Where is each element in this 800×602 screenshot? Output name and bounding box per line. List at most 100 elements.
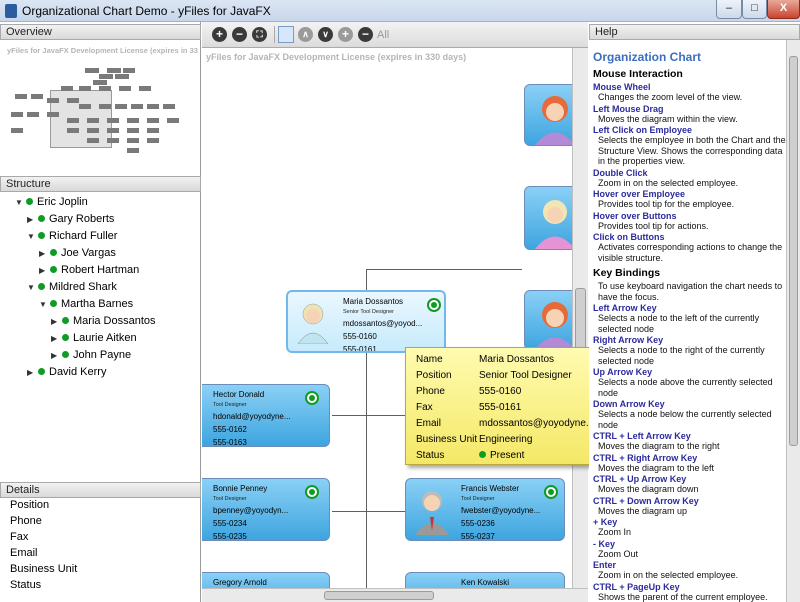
help-desc: Zoom in on the selected employee.	[598, 570, 739, 580]
tree-item[interactable]: ▶ Joe Vargas	[39, 245, 116, 262]
canvas-watermark: yFiles for JavaFX Development License (e…	[206, 52, 467, 62]
zoom-in-button[interactable]: +	[212, 27, 227, 42]
collapsed-triangle-icon[interactable]: ▶	[51, 347, 60, 364]
collapsed-triangle-icon[interactable]: ▶	[51, 313, 60, 330]
tree-item-label: Eric Joplin	[37, 196, 88, 208]
overview-viewport[interactable]	[50, 90, 112, 148]
overview-node	[99, 86, 111, 91]
tooltip-value: Maria Dossantos	[479, 354, 555, 365]
help-key: Enter	[593, 560, 617, 570]
tree-item-label: John Payne	[73, 349, 132, 361]
tree-item[interactable]: ▶ Laurie Aitken	[51, 330, 137, 347]
employee-node-bonnie-penney[interactable]: Bonnie Penney Tool Designer bpenney@yoyo…	[202, 478, 330, 541]
tooltip-value: Present	[490, 450, 525, 461]
overview-node	[85, 68, 99, 73]
details-list: Position Phone Fax Email Business Unit Status	[10, 497, 200, 593]
status-present-icon	[305, 391, 319, 405]
help-panel: Organization Chart Mouse Interaction Mouse…	[589, 40, 786, 602]
overview-node	[93, 80, 107, 85]
tree-item[interactable]: ▶ John Payne	[51, 347, 131, 364]
employee-node-francis-webster[interactable]: Francis Webster Tool Designer fwebster@y…	[405, 478, 565, 541]
structure-header[interactable]: Structure	[0, 176, 201, 192]
overview-node	[99, 104, 111, 109]
employee-node-hector-donald[interactable]: Hector Donald Tool Designer hdonald@yoyo…	[202, 384, 330, 447]
detail-label: Business Unit	[10, 563, 78, 575]
details-header[interactable]: Details	[0, 482, 201, 498]
collapsed-triangle-icon[interactable]: ▶	[39, 245, 48, 262]
scroll-thumb[interactable]	[789, 56, 798, 446]
help-header[interactable]: Help	[589, 24, 800, 40]
tree-item[interactable]: ▶ David Kerry	[27, 364, 106, 381]
show-parent-button[interactable]: ∧	[298, 27, 313, 42]
tooltip-row: Status Present	[416, 448, 524, 464]
employee-node-maria-dossantos[interactable]: Maria Dossantos Senior Tool Designer mdo…	[286, 290, 446, 353]
employee-node-gregory-arnold[interactable]: Gregory Arnold	[202, 572, 330, 588]
tree-item[interactable]: ▼ Mildred Shark	[27, 279, 117, 296]
tree-item[interactable]: ▼ Eric Joplin	[15, 194, 88, 211]
tooltip-label: Fax	[416, 402, 433, 413]
help-desc: Moves the diagram to the right	[598, 441, 720, 451]
overview-node	[87, 138, 99, 143]
overview-node	[139, 86, 151, 91]
zoom-out-button[interactable]: −	[232, 27, 247, 42]
node-position: Tool Designer	[213, 496, 247, 502]
overview-node	[147, 104, 159, 109]
male-avatar-icon	[415, 491, 449, 535]
minimize-button[interactable]: –	[716, 0, 742, 19]
expanded-triangle-icon[interactable]: ▼	[39, 296, 48, 313]
help-desc: Moves the diagram up	[598, 505, 688, 516]
overview-panel[interactable]: yFiles for JavaFX Development License (e…	[7, 46, 198, 172]
show-all-button[interactable]: All	[377, 29, 389, 41]
hide-children-button[interactable]: −	[358, 27, 373, 42]
help-desc: Selects the employee in both the Chart a…	[598, 135, 786, 166]
tree-item[interactable]: ▼ Martha Barnes	[39, 296, 133, 313]
node-email: bpenney@yoyodyn...	[213, 506, 289, 515]
help-scrollbar[interactable]	[786, 40, 800, 602]
help-key: CTRL + Up Arrow Key	[593, 474, 687, 484]
collapsed-triangle-icon[interactable]: ▶	[27, 211, 36, 228]
overview-header[interactable]: Overview	[0, 24, 201, 40]
help-key: CTRL + Right Arrow Key	[593, 452, 698, 463]
help-title: Organization Chart	[593, 50, 702, 64]
collapsed-triangle-icon[interactable]: ▶	[51, 330, 60, 347]
node-name: Bonnie Penney	[213, 484, 268, 493]
employee-node-ken-kowalski[interactable]: Ken Kowalski	[405, 572, 565, 588]
status-dot-icon	[38, 283, 45, 290]
maximize-button[interactable]: □	[742, 0, 767, 19]
overview-node	[107, 128, 119, 133]
overview-node	[167, 118, 179, 123]
tree-item[interactable]: ▶ Gary Roberts	[27, 211, 114, 228]
chart-canvas[interactable]: yFiles for JavaFX Development License (e…	[202, 48, 588, 588]
node-phone: 555-0160	[343, 332, 377, 341]
status-dot-icon	[479, 451, 486, 458]
expanded-triangle-icon[interactable]: ▼	[27, 228, 36, 245]
help-desc: Moves the diagram to the left	[598, 462, 715, 473]
help-desc: Zoom in on the selected employee.	[598, 177, 739, 188]
canvas-horizontal-scrollbar[interactable]	[202, 588, 588, 602]
structure-tree[interactable]: ▼ Eric Joplin ▶ Gary Roberts ▼ Richard Fuller…	[7, 194, 200, 484]
help-desc: Moves the diagram within the view.	[598, 113, 738, 124]
node-position: Tool Designer	[461, 496, 495, 502]
collapsed-triangle-icon[interactable]: ▶	[27, 364, 36, 381]
show-children-button[interactable]: +	[338, 27, 353, 42]
scroll-thumb[interactable]	[324, 591, 434, 600]
title-bar: Organizational Chart Demo - yFiles for J…	[0, 0, 800, 22]
node-phone: 555-0162	[213, 425, 247, 434]
expanded-triangle-icon[interactable]: ▼	[27, 279, 36, 296]
user-icon[interactable]	[278, 26, 294, 43]
help-key: Mouse Wheel	[593, 82, 651, 92]
tree-item[interactable]: ▼ Richard Fuller	[27, 228, 117, 245]
help-key: + Key	[593, 517, 618, 527]
tree-item[interactable]: ▶ Maria Dossantos	[51, 313, 156, 330]
overview-watermark: yFiles for JavaFX Development License (e…	[7, 46, 198, 55]
expanded-triangle-icon[interactable]: ▼	[15, 194, 24, 211]
help-key: Double Click	[593, 167, 648, 178]
close-button[interactable]: X	[767, 0, 800, 19]
canvas-vertical-scrollbar[interactable]	[572, 48, 588, 588]
fit-content-button[interactable]: ⛶	[252, 27, 267, 42]
chart-toolbar: + − ⛶ ∧ ∨ + − All	[202, 22, 588, 48]
collapsed-triangle-icon[interactable]: ▶	[39, 262, 48, 279]
tree-item[interactable]: ▶ Robert Hartman	[39, 262, 139, 279]
status-dot-icon	[26, 198, 33, 205]
hide-parent-button[interactable]: ∨	[318, 27, 333, 42]
